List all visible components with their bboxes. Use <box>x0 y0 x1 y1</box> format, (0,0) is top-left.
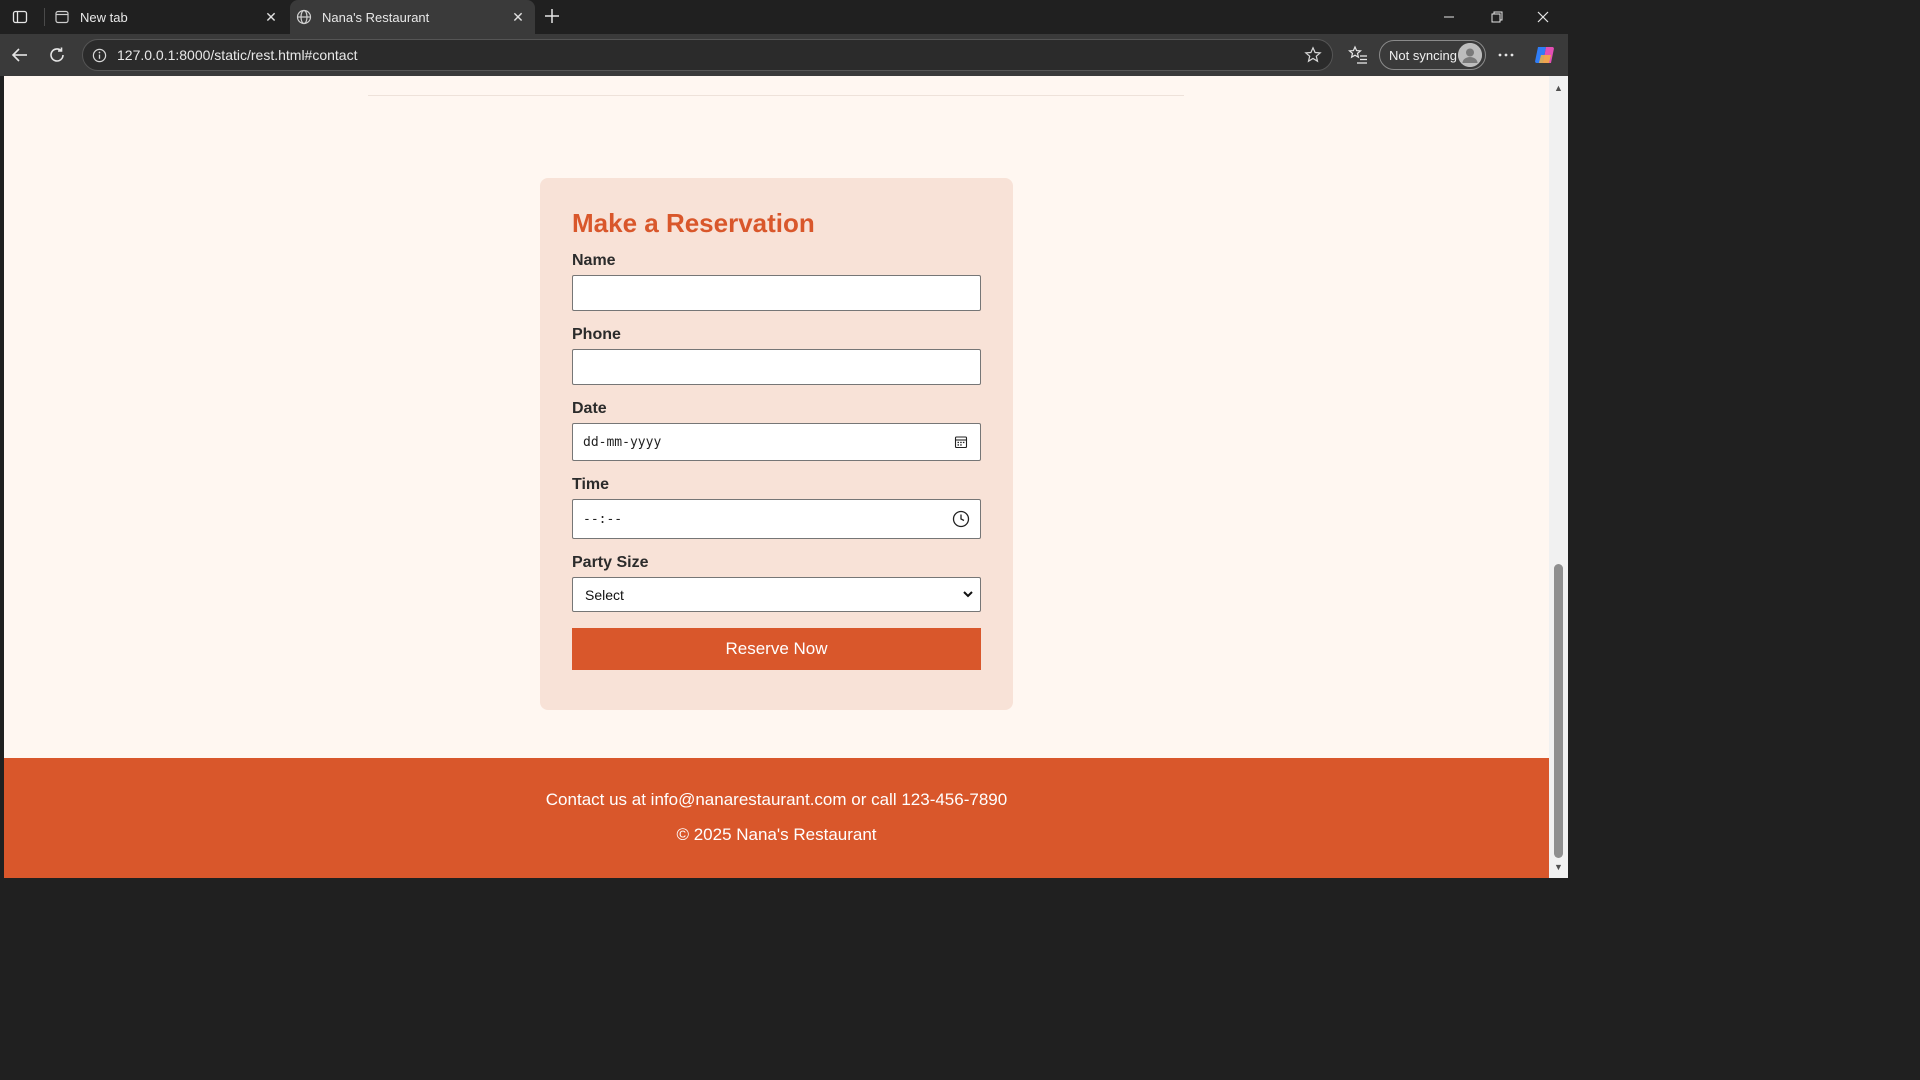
close-tab-icon[interactable]: ✕ <box>260 6 282 28</box>
restore-icon[interactable] <box>1474 0 1520 34</box>
copilot-icon[interactable] <box>1533 43 1557 67</box>
sidebar-toggle-icon[interactable] <box>10 7 30 27</box>
page-footer: Contact us at info@nanarestaurant.com or… <box>4 758 1549 878</box>
tab-title: New tab <box>80 9 128 25</box>
page-viewport: Make a Reservation Name Phone Date dd-mm… <box>4 76 1549 878</box>
more-options-icon[interactable] <box>1494 43 1518 67</box>
time-placeholder: --:-- <box>583 511 623 527</box>
section-divider <box>368 95 1184 96</box>
window-bottom-edge <box>0 878 1568 882</box>
reservation-card: Make a Reservation Name Phone Date dd-mm… <box>540 178 1013 710</box>
close-window-icon[interactable] <box>1520 0 1566 34</box>
back-arrow-icon[interactable] <box>8 43 32 67</box>
new-tab-page-icon <box>54 9 70 25</box>
favorite-star-icon[interactable] <box>1302 44 1324 66</box>
browser-toolbar: 127.0.0.1:8000/static/rest.html#contact … <box>0 34 1568 76</box>
reservation-title: Make a Reservation <box>572 208 815 238</box>
party-size-selected: Select <box>585 586 624 603</box>
name-label: Name <box>572 252 616 269</box>
tab-title: Nana's Restaurant <box>322 9 430 25</box>
profile-sync-button[interactable]: Not syncing <box>1379 40 1486 70</box>
calendar-icon[interactable] <box>952 433 970 451</box>
minimize-icon[interactable] <box>1426 0 1472 34</box>
tab-separator <box>44 8 45 26</box>
chevron-down-icon <box>962 588 974 600</box>
time-input[interactable]: --:-- <box>572 499 981 539</box>
reserve-now-button[interactable]: Reserve Now <box>572 628 981 670</box>
page-scrollbar[interactable]: ▲ ▼ <box>1549 76 1568 878</box>
name-input[interactable] <box>572 275 981 311</box>
tab-nanas-restaurant[interactable]: Nana's Restaurant ✕ <box>290 0 535 34</box>
footer-contact-text: Contact us at info@nanarestaurant.com or… <box>545 790 1008 809</box>
date-input[interactable]: dd-mm-yyyy <box>572 423 981 461</box>
scroll-down-arrow-icon[interactable]: ▼ <box>1553 861 1564 872</box>
scrollbar-thumb[interactable] <box>1554 564 1563 858</box>
site-info-icon[interactable] <box>91 47 107 63</box>
close-tab-icon[interactable]: ✕ <box>507 6 529 28</box>
profile-avatar-icon <box>1458 43 1482 67</box>
url-text: 127.0.0.1:8000/static/rest.html#contact <box>117 47 358 63</box>
favorites-list-icon[interactable] <box>1346 43 1370 67</box>
scroll-up-arrow-icon[interactable]: ▲ <box>1553 82 1564 93</box>
sync-status-label: Not syncing <box>1389 47 1457 63</box>
globe-icon <box>296 9 312 25</box>
refresh-icon[interactable] <box>45 43 69 67</box>
party-size-label: Party Size <box>572 554 649 571</box>
time-label: Time <box>572 476 610 493</box>
party-size-select[interactable]: Select <box>572 577 981 612</box>
address-bar[interactable]: 127.0.0.1:8000/static/rest.html#contact <box>82 39 1333 71</box>
clock-icon[interactable] <box>952 510 970 528</box>
browser-tab-bar: New tab ✕ Nana's Restaurant ✕ <box>0 0 1568 34</box>
footer-copyright: © 2025 Nana's Restaurant <box>676 825 877 844</box>
tab-new-tab[interactable]: New tab ✕ <box>48 0 288 34</box>
phone-input[interactable] <box>572 349 981 385</box>
date-placeholder: dd-mm-yyyy <box>583 434 662 450</box>
phone-label: Phone <box>572 326 621 343</box>
new-tab-plus-icon[interactable] <box>541 5 563 27</box>
date-label: Date <box>572 400 607 417</box>
